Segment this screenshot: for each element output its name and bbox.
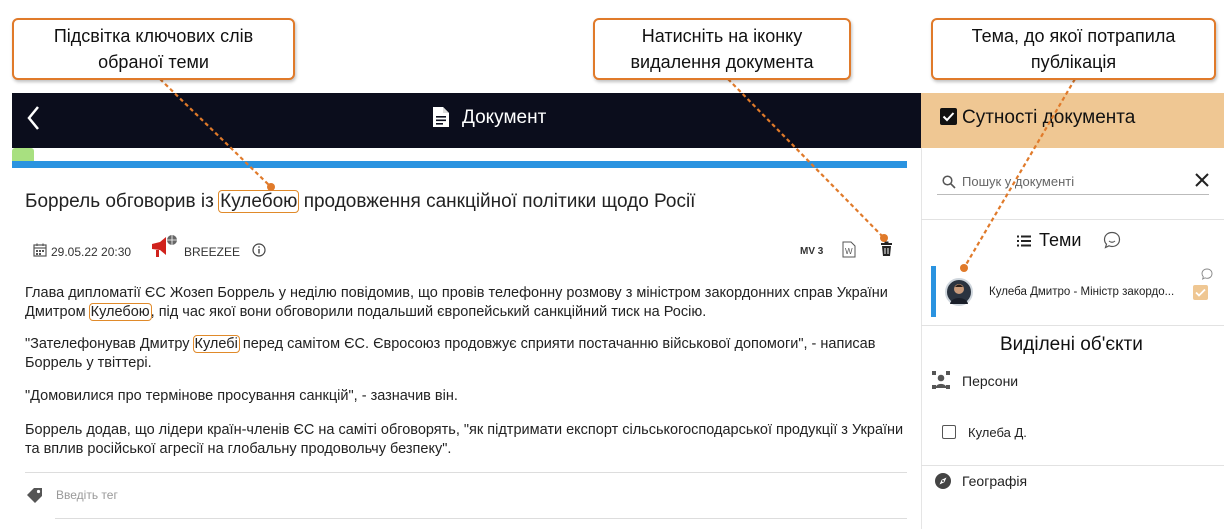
annotation-arrow (159, 78, 272, 188)
annotation-arrow (727, 78, 885, 239)
annotation-arrow-dot (880, 234, 888, 242)
annotation-topic: Тема, до якої потрапила публікація (931, 18, 1216, 80)
annotation-arrow-dot (267, 183, 275, 191)
annotation-delete: Натисніть на іконку видалення документа (593, 18, 851, 80)
annotation-keywords: Підсвітка ключових слів обраної теми (12, 18, 295, 80)
annotation-arrow (963, 78, 1076, 269)
annotation-arrow-dot (960, 264, 968, 272)
